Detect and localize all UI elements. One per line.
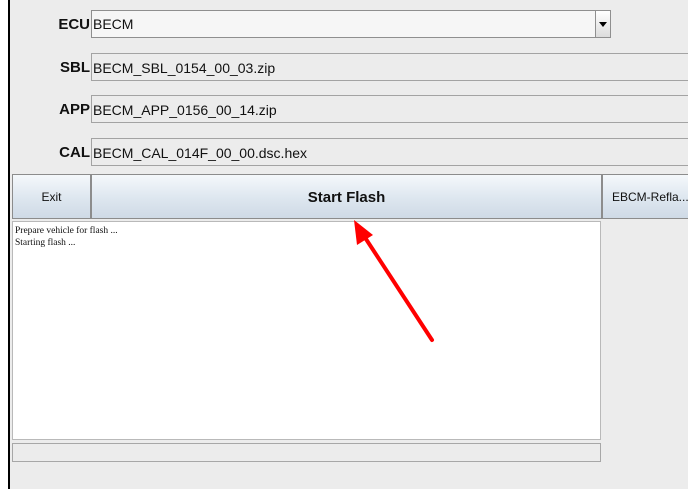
flash-tool-window: ECU BECM SBL BECM_SBL_0154_00_03.zip APP… [8,0,688,489]
ecu-row: ECU BECM [10,10,688,39]
sbl-file-field[interactable]: BECM_SBL_0154_00_03.zip [91,53,688,81]
progress-bar [12,443,601,462]
chevron-down-icon [599,22,607,27]
cal-file-field[interactable]: BECM_CAL_014F_00_00.dsc.hex [91,138,688,166]
sbl-row: SBL BECM_SBL_0154_00_03.zip [10,53,688,82]
ebcm-reflash-button[interactable]: EBCM-Refla... [602,174,688,219]
ecu-label: ECU [58,16,90,33]
start-flash-button[interactable]: Start Flash [91,174,602,219]
app-label: APP [59,101,90,118]
log-line: Starting flash ... [15,238,76,248]
exit-button[interactable]: Exit [12,174,91,219]
sbl-label: SBL [60,59,90,76]
cal-label: CAL [59,144,90,161]
log-line: Prepare vehicle for flash ... [15,226,118,236]
ecu-select-value: BECM [93,16,134,32]
app-file-field[interactable]: BECM_APP_0156_00_14.zip [91,95,688,123]
ecu-select[interactable]: BECM [91,10,611,38]
app-row: APP BECM_APP_0156_00_14.zip [10,95,688,124]
ecu-dropdown-button[interactable] [595,11,610,37]
cal-row: CAL BECM_CAL_014F_00_00.dsc.hex [10,138,688,167]
log-output[interactable]: Prepare vehicle for flash ... Starting f… [12,221,601,440]
